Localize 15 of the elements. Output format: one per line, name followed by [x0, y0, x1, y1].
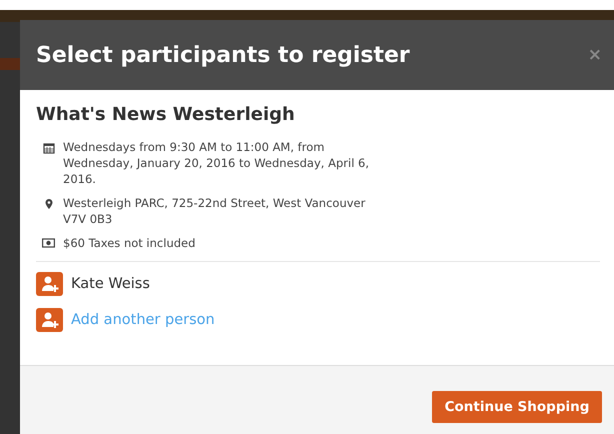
close-icon[interactable]: ×: [588, 45, 602, 65]
event-title: What's News Westerleigh: [36, 104, 295, 125]
banknote-icon: [42, 238, 55, 248]
dialog-title: Select participants to register: [36, 42, 411, 68]
add-person-icon[interactable]: [36, 308, 63, 332]
event-detail: Wednesdays from 9:30 AM to 11:00 AM, from Wednesday, January 20, 2016 to Wednesday, April 6, 2016.: [63, 139, 370, 187]
add-person-link[interactable]: Add another person: [71, 312, 215, 328]
calendar-icon: [42, 142, 54, 154]
event-detail: $60 Taxes not included: [63, 235, 196, 251]
page-banner-strip: [0, 58, 20, 70]
event-detail: Westerleigh PARC, 725-22nd Street, West Vancouver V7V 0B3: [63, 195, 366, 227]
map-pin-icon: [42, 198, 54, 210]
participant-name: Kate Weiss: [71, 276, 150, 292]
continue-shopping-button[interactable]: Continue Shopping: [432, 391, 602, 423]
person-add-icon[interactable]: [36, 272, 63, 296]
